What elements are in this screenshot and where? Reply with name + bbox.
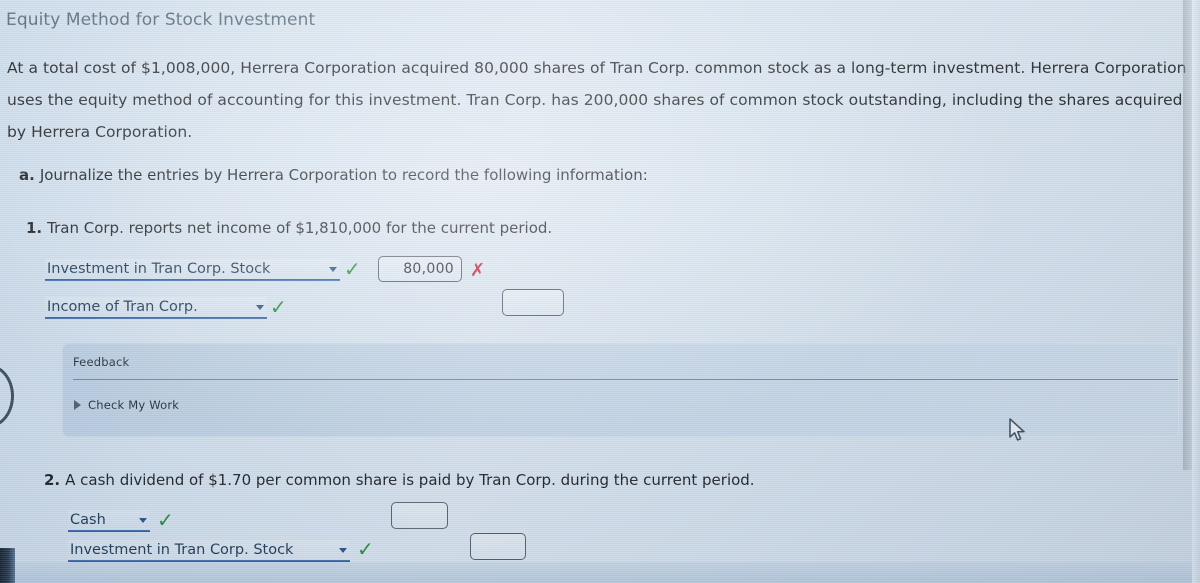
- check-my-work-toggle[interactable]: Check My Work: [74, 398, 179, 412]
- photo-artifact-left-strip: [0, 548, 15, 583]
- entry-2-row-2-account-correct-icon: ✓: [357, 537, 374, 561]
- assignment-content: Equity Method for Stock Investment At a …: [0, 0, 1200, 583]
- chevron-down-icon: [256, 304, 264, 310]
- entry-2-row-1-account-select[interactable]: Cash: [68, 510, 150, 532]
- feedback-title: Feedback: [73, 355, 130, 369]
- entry-1-row-1-debit-input[interactable]: 80,000: [378, 256, 462, 282]
- entry-2-row-2-account-text: Investment in Tran Corp. Stock: [70, 542, 294, 558]
- entry-2-row-2-credit-input[interactable]: [470, 533, 526, 560]
- page-title: Equity Method for Stock Investment: [6, 10, 316, 30]
- entry-2-text: A cash dividend of $1.70 per common shar…: [65, 471, 755, 489]
- photo-artifact-bottom-wash: [0, 562, 1200, 583]
- scrollbar-track[interactable]: [1183, 0, 1192, 470]
- photo-artifact-right-edge: [1192, 0, 1200, 583]
- entry-1-row-1-account-text: Investment in Tran Corp. Stock: [47, 261, 271, 277]
- mouse-cursor-icon: [1009, 418, 1025, 441]
- entry-1-row-2-account-text: Income of Tran Corp.: [47, 299, 198, 315]
- requirement-a-text: Journalize the entries by Herrera Corpor…: [39, 166, 648, 184]
- entry-2-row-1-account-text: Cash: [70, 512, 106, 528]
- expand-triangle-icon: [74, 400, 81, 410]
- entry-2-number: 2.: [44, 471, 61, 489]
- entry-1-text: Tran Corp. reports net income of $1,810,…: [47, 219, 553, 237]
- chevron-down-icon: [339, 547, 347, 553]
- check-my-work-label: Check My Work: [88, 398, 180, 412]
- entry-2-row-1-debit-input[interactable]: [391, 502, 448, 529]
- feedback-divider: [73, 379, 1178, 380]
- requirement-a: a. Journalize the entries by Herrera Corp…: [19, 166, 648, 184]
- entry-2-row-1-account-correct-icon: ✓: [157, 508, 174, 532]
- entry-1-row-2-account-correct-icon: ✓: [270, 295, 287, 319]
- chevron-down-icon: [329, 266, 337, 272]
- entry-1-row-2-credit-input[interactable]: [502, 289, 564, 316]
- entry-1-prompt: 1. Tran Corp. reports net income of $1,81…: [26, 219, 552, 237]
- entry-1-row-1-account-correct-icon: ✓: [344, 257, 361, 281]
- entry-1-row-1-account-select[interactable]: Investment in Tran Corp. Stock: [45, 259, 340, 281]
- requirement-a-label: a.: [19, 166, 35, 184]
- entry-2-row-2-account-select[interactable]: Investment in Tran Corp. Stock: [68, 540, 350, 562]
- chevron-down-icon: [139, 517, 147, 523]
- entry-2-prompt: 2. A cash dividend of $1.70 per common sh…: [44, 471, 755, 489]
- browser-page-screenshot: Equity Method for Stock Investment At a …: [0, 0, 1200, 583]
- problem-statement: At a total cost of $1,008,000, Herrera C…: [7, 59, 1187, 141]
- entry-1-row-2-account-select[interactable]: Income of Tran Corp.: [45, 297, 267, 319]
- entry-1-number: 1.: [26, 219, 43, 237]
- entry-1-row-1-debit-incorrect-icon: ✗: [470, 260, 486, 281]
